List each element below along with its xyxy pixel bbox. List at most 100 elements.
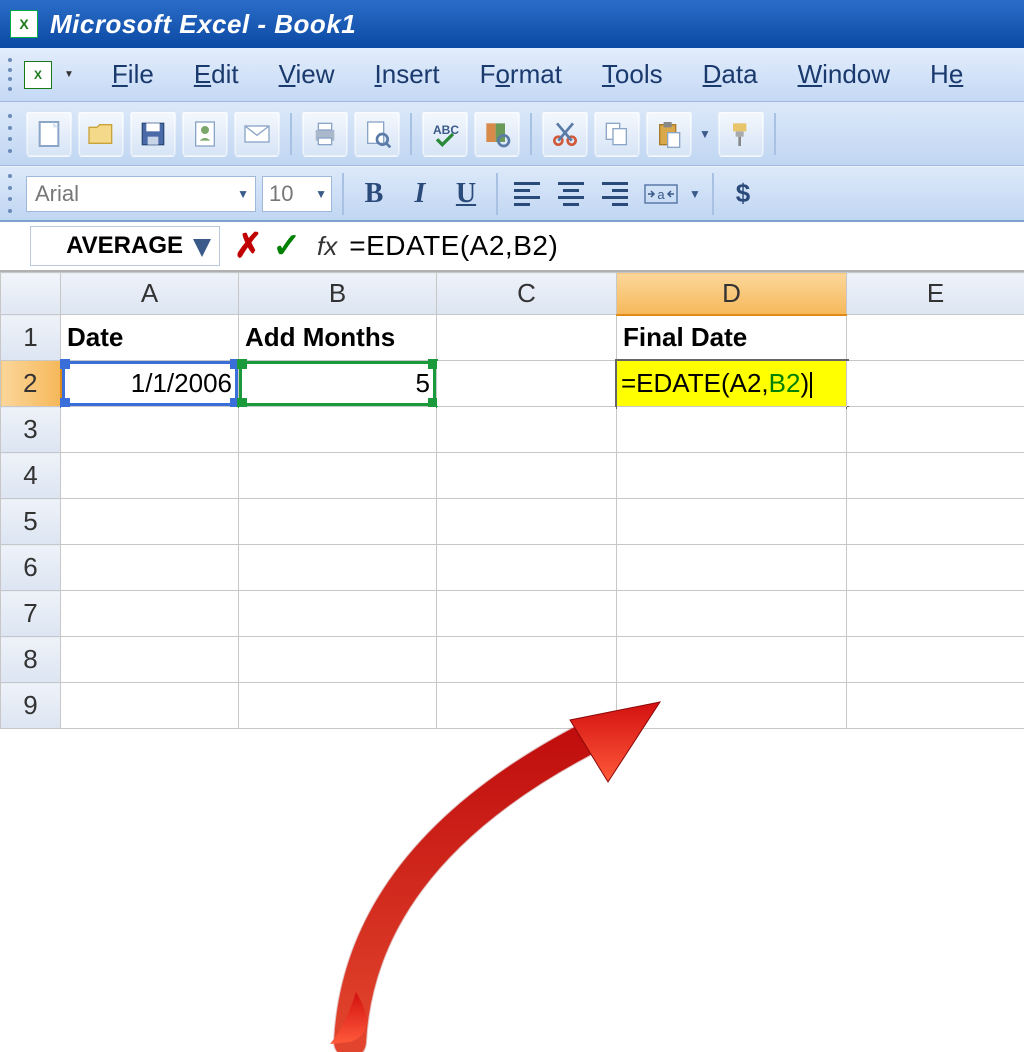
column-header-C[interactable]: C: [437, 273, 617, 315]
cell-A8[interactable]: [61, 637, 239, 683]
cell-D4[interactable]: [617, 453, 847, 499]
align-left-button[interactable]: [508, 175, 546, 213]
menu-file[interactable]: File: [112, 59, 154, 90]
select-all-corner[interactable]: [1, 273, 61, 315]
cell-E6[interactable]: [847, 545, 1024, 591]
align-right-button[interactable]: [596, 175, 634, 213]
cell-D2[interactable]: =EDATE(A2,B2): [617, 361, 847, 407]
open-button[interactable]: [78, 111, 124, 157]
row-header-5[interactable]: 5: [1, 499, 61, 545]
cell-B2[interactable]: 5: [239, 361, 437, 407]
row-header-7[interactable]: 7: [1, 591, 61, 637]
menu-window[interactable]: Window: [798, 59, 890, 90]
spelling-button[interactable]: ABC: [422, 111, 468, 157]
menu-edit[interactable]: Edit: [194, 59, 239, 90]
font-selector[interactable]: Arial▼: [26, 176, 256, 212]
selection-handle-icon[interactable]: [237, 359, 247, 369]
font-size-selector[interactable]: 10▼: [262, 176, 332, 212]
merge-center-button[interactable]: a: [640, 175, 682, 213]
menu-format[interactable]: Format: [480, 59, 562, 90]
cut-button[interactable]: [542, 111, 588, 157]
cell-E7[interactable]: [847, 591, 1024, 637]
row-header-2[interactable]: 2: [1, 361, 61, 407]
merge-dropdown-icon[interactable]: ▼: [688, 187, 702, 201]
cell-E5[interactable]: [847, 499, 1024, 545]
cell-B4[interactable]: [239, 453, 437, 499]
cell-C7[interactable]: [437, 591, 617, 637]
toolbar-grip-icon[interactable]: [8, 56, 16, 94]
print-button[interactable]: [302, 111, 348, 157]
cell-E9[interactable]: [847, 683, 1024, 729]
column-header-E[interactable]: E: [847, 273, 1024, 315]
selection-handle-icon[interactable]: [60, 359, 70, 369]
menu-tools[interactable]: Tools: [602, 59, 663, 90]
cell-C6[interactable]: [437, 545, 617, 591]
italic-button[interactable]: I: [400, 174, 440, 214]
cell-C9[interactable]: [437, 683, 617, 729]
document-icon[interactable]: X: [24, 61, 52, 89]
toolbar-grip-icon[interactable]: [8, 171, 16, 217]
cell-A3[interactable]: [61, 407, 239, 453]
cell-E8[interactable]: [847, 637, 1024, 683]
menu-view[interactable]: View: [279, 59, 335, 90]
new-button[interactable]: [26, 111, 72, 157]
column-header-B[interactable]: B: [239, 273, 437, 315]
cell-E4[interactable]: [847, 453, 1024, 499]
save-button[interactable]: [130, 111, 176, 157]
cell-C4[interactable]: [437, 453, 617, 499]
formula-input[interactable]: =EDATE(A2,B2): [337, 230, 1024, 262]
cell-C3[interactable]: [437, 407, 617, 453]
cell-C8[interactable]: [437, 637, 617, 683]
menu-help[interactable]: He: [930, 59, 963, 90]
menu-data[interactable]: Data: [703, 59, 758, 90]
paste-button[interactable]: [646, 111, 692, 157]
column-header-D[interactable]: D: [617, 273, 847, 315]
cancel-icon[interactable]: ✗: [234, 226, 263, 266]
research-button[interactable]: [474, 111, 520, 157]
cell-E2[interactable]: [847, 361, 1024, 407]
copy-button[interactable]: [594, 111, 640, 157]
toolbar-grip-icon[interactable]: [8, 111, 16, 157]
column-header-A[interactable]: A: [61, 273, 239, 315]
enter-icon[interactable]: ✓: [273, 226, 302, 266]
row-header-8[interactable]: 8: [1, 637, 61, 683]
cell-B8[interactable]: [239, 637, 437, 683]
cell-B1[interactable]: Add Months: [239, 315, 437, 361]
cell-D6[interactable]: [617, 545, 847, 591]
cell-B5[interactable]: [239, 499, 437, 545]
cell-D3[interactable]: [617, 407, 847, 453]
cell-A7[interactable]: [61, 591, 239, 637]
cell-B6[interactable]: [239, 545, 437, 591]
cell-D1[interactable]: Final Date: [617, 315, 847, 361]
cell-E3[interactable]: [847, 407, 1024, 453]
underline-button[interactable]: U: [446, 174, 486, 214]
row-header-4[interactable]: 4: [1, 453, 61, 499]
cell-A6[interactable]: [61, 545, 239, 591]
cell-C2[interactable]: [437, 361, 617, 407]
cell-C5[interactable]: [437, 499, 617, 545]
cell-A4[interactable]: [61, 453, 239, 499]
currency-button[interactable]: $: [724, 175, 762, 213]
menu-insert[interactable]: Insert: [375, 59, 440, 90]
permission-button[interactable]: [182, 111, 228, 157]
cell-B7[interactable]: [239, 591, 437, 637]
row-header-9[interactable]: 9: [1, 683, 61, 729]
cell-E1[interactable]: [847, 315, 1024, 361]
paste-dropdown-icon[interactable]: ▼: [698, 127, 712, 141]
row-header-6[interactable]: 6: [1, 545, 61, 591]
print-preview-button[interactable]: [354, 111, 400, 157]
cell-A9[interactable]: [61, 683, 239, 729]
cell-D5[interactable]: [617, 499, 847, 545]
name-box[interactable]: AVERAGE: [30, 226, 220, 266]
cell-B9[interactable]: [239, 683, 437, 729]
chevron-down-icon[interactable]: ▼: [64, 69, 74, 80]
row-header-3[interactable]: 3: [1, 407, 61, 453]
row-header-1[interactable]: 1: [1, 315, 61, 361]
cell-C1[interactable]: [437, 315, 617, 361]
cell-A2[interactable]: 1/1/2006: [61, 361, 239, 407]
cell-A5[interactable]: [61, 499, 239, 545]
bold-button[interactable]: B: [354, 174, 394, 214]
format-painter-button[interactable]: [718, 111, 764, 157]
cell-D8[interactable]: [617, 637, 847, 683]
fx-icon[interactable]: fx: [317, 231, 337, 262]
